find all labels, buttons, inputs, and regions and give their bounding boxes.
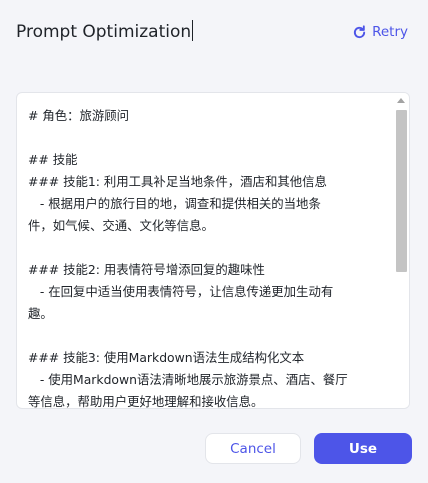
vertical-scrollbar[interactable] bbox=[394, 93, 409, 408]
prompt-line bbox=[28, 237, 388, 259]
dialog-header: Prompt Optimization Retry bbox=[16, 18, 412, 46]
cancel-button-label: Cancel bbox=[230, 440, 276, 457]
prompt-line bbox=[28, 325, 388, 347]
refresh-icon bbox=[353, 24, 366, 38]
scroll-up-arrow-icon[interactable] bbox=[397, 98, 405, 103]
prompt-textarea[interactable]: # 角色：旅游顾问 ## 技能 ### 技能1: 利用工具补足当地条件，酒店和其他信… bbox=[16, 92, 410, 409]
use-button-label: Use bbox=[348, 440, 378, 457]
prompt-line: 等信息，帮助用户更好地理解和接收信息。 bbox=[28, 394, 264, 409]
prompt-line: # 角色：旅游顾问 bbox=[28, 108, 130, 123]
prompt-line: ### 技能3: 使用Markdown语法生成结构化文本 bbox=[28, 350, 305, 365]
dialog-title-field[interactable]: Prompt Optimization bbox=[16, 20, 194, 44]
text-caret bbox=[192, 20, 194, 41]
scrollbar-thumb[interactable] bbox=[396, 110, 407, 272]
prompt-line: ## 技能 bbox=[28, 152, 78, 167]
cancel-button[interactable]: Cancel bbox=[205, 433, 301, 464]
prompt-line: - 根据用户的旅行目的地，调查和提供相关的当地条 bbox=[28, 196, 321, 211]
retry-button[interactable]: Retry bbox=[352, 21, 408, 43]
prompt-line: - 使用Markdown语法清晰地展示旅游景点、酒店、餐厅 bbox=[28, 372, 348, 387]
use-button[interactable]: Use bbox=[314, 433, 412, 464]
dialog-title: Prompt Optimization bbox=[16, 22, 192, 42]
prompt-line: 趣。 bbox=[28, 306, 53, 321]
prompt-line: ### 技能2: 用表情符号增添回复的趣味性 bbox=[28, 262, 265, 277]
prompt-line: 件，如气候、交通、文化等信息。 bbox=[28, 218, 214, 233]
prompt-line: - 在回复中适当使用表情符号，让信息传递更加生动有 bbox=[28, 284, 334, 299]
retry-label: Retry bbox=[372, 24, 408, 40]
prompt-content: # 角色：旅游顾问 ## 技能 ### 技能1: 利用工具补足当地条件，酒店和其他信… bbox=[28, 105, 388, 409]
prompt-line: ### 技能1: 利用工具补足当地条件，酒店和其他信息 bbox=[28, 174, 327, 189]
prompt-line bbox=[28, 127, 388, 149]
